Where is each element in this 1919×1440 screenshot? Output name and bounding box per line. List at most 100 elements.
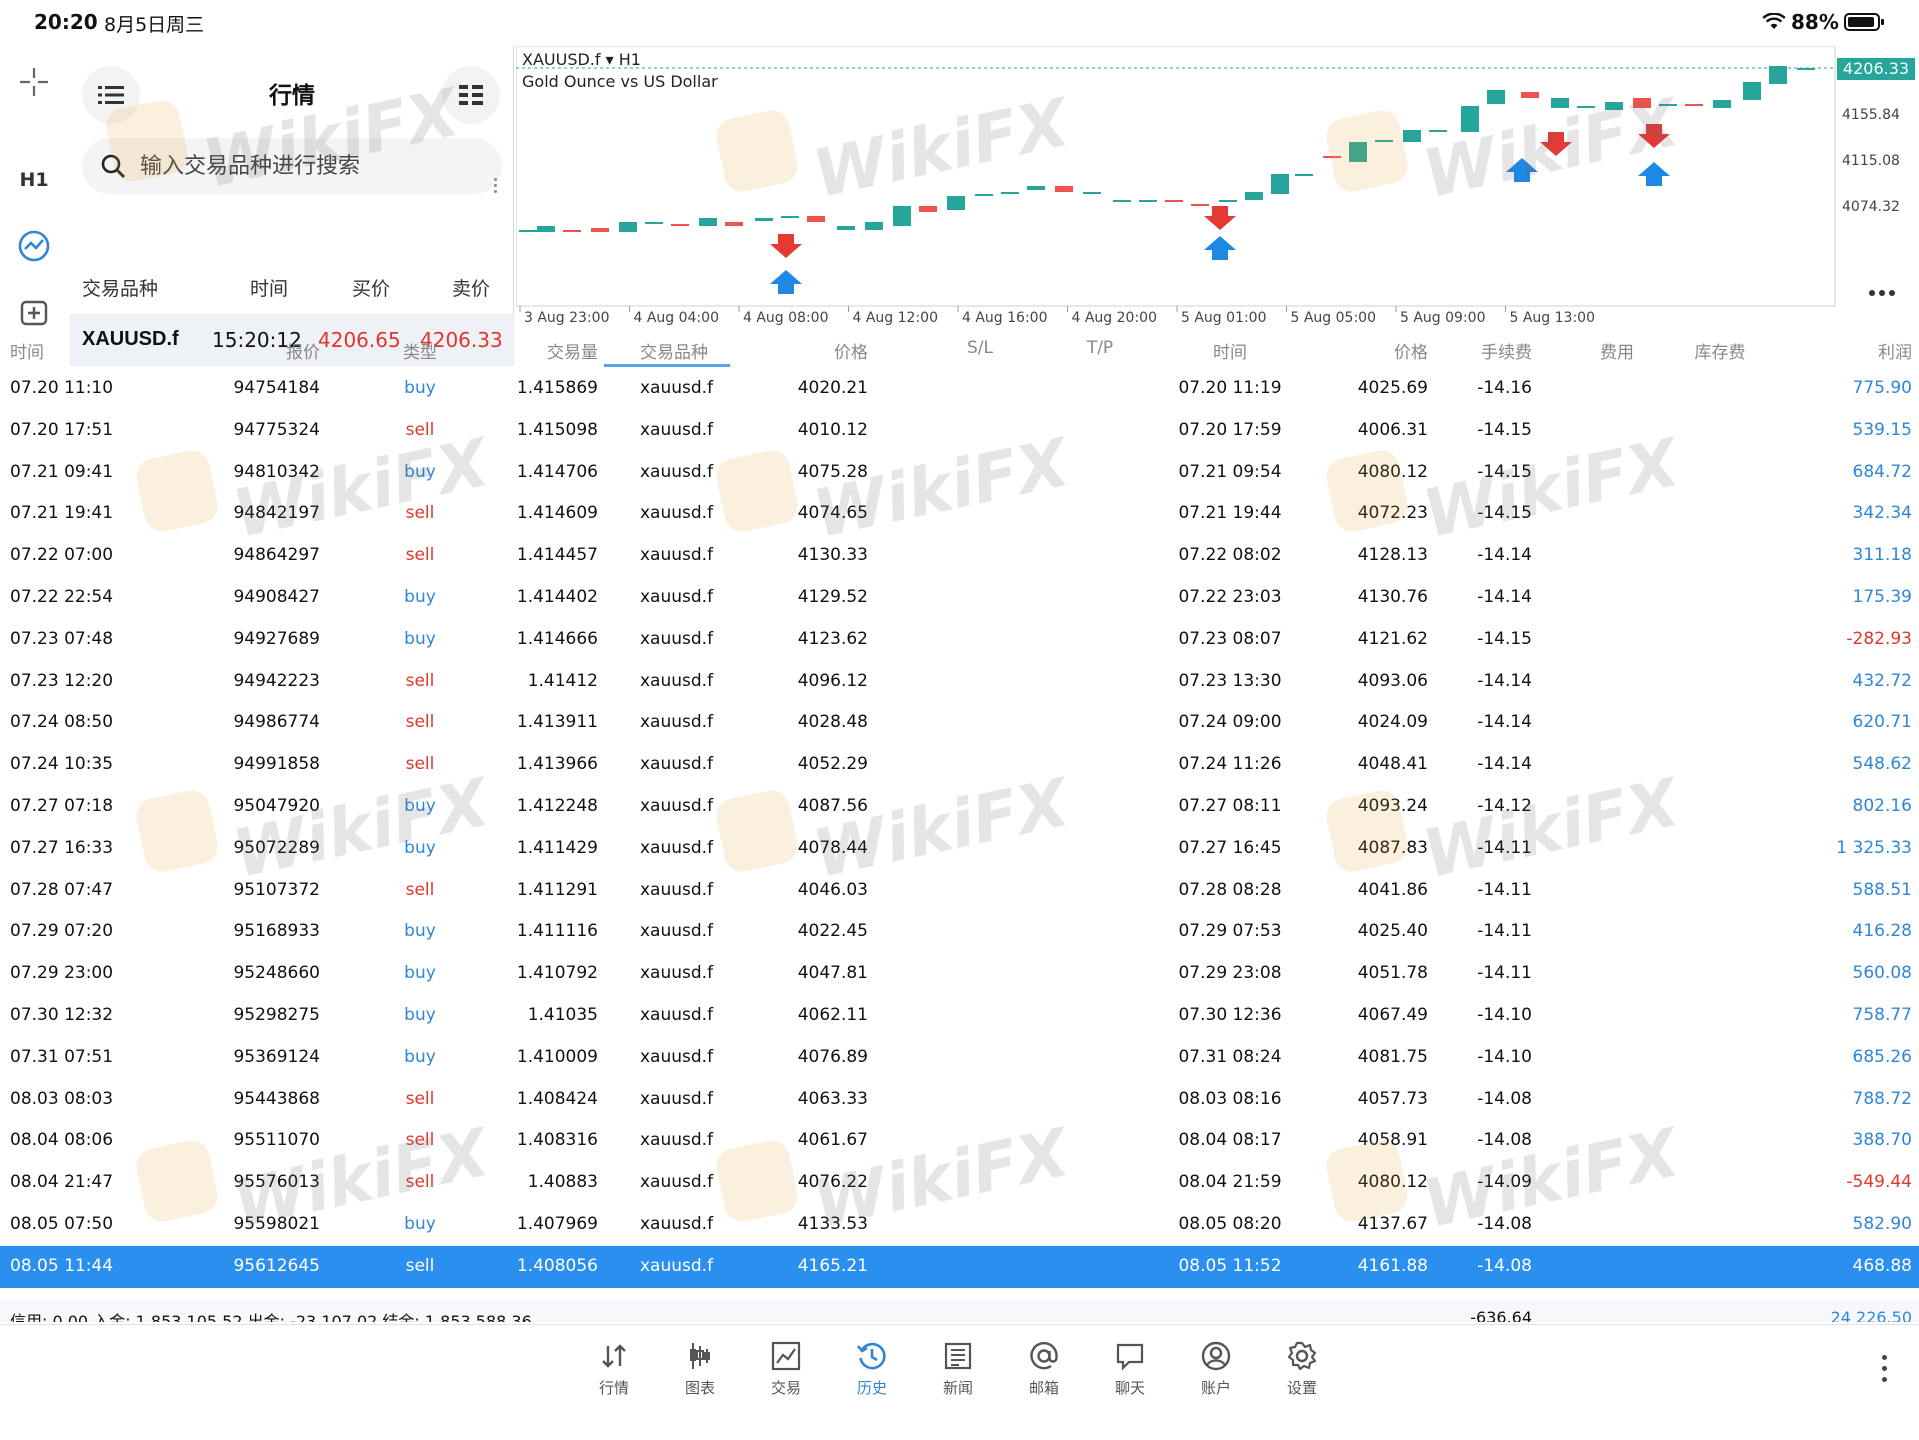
history-row[interactable]: 07.20 11:10 94754184 buy 1.415869 xauusd.f 40… <box>0 368 1919 410</box>
row-close-time: 07.20 11:19 <box>1178 378 1282 398</box>
row-close-price: 4025.69 <box>1357 378 1428 398</box>
history-row[interactable]: 07.31 07:51 95369124 buy 1.410009 xauusd.f 40… <box>0 1037 1919 1079</box>
indicators-icon[interactable] <box>12 224 56 268</box>
history-row[interactable]: 07.21 09:41 94810342 buy 1.414706 xauusd.f 40… <box>0 452 1919 494</box>
candlestick-chart[interactable]: 4196.604155.844115.084074.32 3 Aug 23:00… <box>515 45 1919 328</box>
history-row[interactable]: 08.03 08:03 95443868 sell 1.408424 xauusd.f 4… <box>0 1079 1919 1121</box>
nav-trade[interactable]: 交易 <box>754 1339 818 1399</box>
header-symbol[interactable]: 交易品种 <box>640 338 740 363</box>
candle-body <box>781 216 799 218</box>
header-sl[interactable]: S/L <box>940 338 1020 358</box>
column-symbol[interactable]: 交易品种 <box>82 274 158 301</box>
candle-body <box>1245 192 1263 200</box>
row-commission: -14.14 <box>1477 586 1532 607</box>
add-object-icon[interactable] <box>12 290 56 334</box>
time-tick-label: 5 Aug 09:00 <box>1400 310 1486 326</box>
row-symbol: xauusd.f <box>640 921 714 942</box>
row-profit: 684.72 <box>1852 461 1912 482</box>
nav-chat[interactable]: 聊天 <box>1098 1339 1162 1399</box>
header-close-time[interactable]: 时间 <box>1170 338 1290 363</box>
column-bid[interactable]: 买价 <box>352 274 390 301</box>
battery-percent: 88% <box>1791 10 1839 34</box>
column-time[interactable]: 时间 <box>250 274 288 301</box>
row-symbol: xauusd.f <box>640 1213 714 1234</box>
candle-body <box>671 224 689 226</box>
list-menu-button[interactable] <box>82 66 140 124</box>
history-row[interactable]: 07.30 12:32 95298275 buy 1.41035 xauusd.f 406… <box>0 995 1919 1037</box>
history-row[interactable]: 08.04 08:06 95511070 sell 1.408316 xauusd.f 4… <box>0 1120 1919 1162</box>
nav-mail[interactable]: 邮箱 <box>1012 1339 1076 1399</box>
history-row[interactable]: 08.05 11:44 95612645 sell 1.408056 xauusd.f 4… <box>0 1245 1919 1288</box>
row-type: sell <box>405 503 435 524</box>
row-type: sell <box>405 670 435 691</box>
nav-account[interactable]: 账户 <box>1184 1339 1248 1399</box>
history-row[interactable]: 07.27 16:33 95072289 buy 1.411429 xauusd.f 40… <box>0 828 1919 870</box>
header-fee[interactable]: 费用 <box>1570 338 1664 363</box>
history-row[interactable]: 08.04 21:47 95576013 sell 1.40883 xauusd.f 40… <box>0 1162 1919 1204</box>
row-symbol: xauusd.f <box>640 461 714 482</box>
symbol-search-input[interactable] <box>140 153 480 179</box>
chart-symbol-label[interactable]: XAUUSD.f ▾ H1 <box>522 50 641 69</box>
history-row[interactable]: 07.22 22:54 94908427 buy 1.414402 xauusd.f 41… <box>0 577 1919 619</box>
header-swap[interactable]: 库存费 <box>1670 338 1770 363</box>
candle-body <box>865 222 883 230</box>
nav-label: 邮箱 <box>1028 1379 1059 1397</box>
row-symbol: xauusd.f <box>640 1046 714 1067</box>
row-close-price: 4128.13 <box>1357 545 1428 566</box>
nav-history[interactable]: 历史 <box>840 1339 904 1399</box>
history-row[interactable]: 07.28 07:47 95107372 sell 1.411291 xauusd.f 4… <box>0 870 1919 912</box>
candle-body <box>519 230 537 232</box>
history-row[interactable]: 07.24 08:50 94986774 sell 1.413911 xauusd.f 4… <box>0 702 1919 744</box>
crosshair-icon[interactable] <box>12 60 56 104</box>
column-ask[interactable]: 卖价 <box>452 274 490 301</box>
timeframe-button[interactable]: H1 <box>12 158 56 202</box>
history-row[interactable]: 07.29 23:00 95248660 buy 1.410792 xauusd.f 40… <box>0 953 1919 995</box>
header-volume[interactable]: 交易量 <box>500 338 598 363</box>
history-row[interactable]: 08.05 07:50 95598021 buy 1.407969 xauusd.f 41… <box>0 1204 1919 1246</box>
candle-body <box>1769 66 1787 84</box>
symbol-search-box[interactable] <box>82 138 502 194</box>
candle-body <box>1001 192 1019 194</box>
detail-view-button[interactable] <box>442 66 500 124</box>
more-options-icon[interactable] <box>1882 1355 1890 1389</box>
history-row[interactable]: 07.29 07:20 95168933 buy 1.411116 xauusd.f 40… <box>0 911 1919 953</box>
header-type[interactable]: 类型 <box>380 338 460 363</box>
row-open-time: 07.23 12:20 <box>10 670 114 691</box>
history-row[interactable]: 07.20 17:51 94775324 sell 1.415098 xauusd.f 4… <box>0 410 1919 452</box>
history-row[interactable]: 07.23 07:48 94927689 buy 1.414666 xauusd.f 41… <box>0 619 1919 661</box>
mail-at-icon <box>1030 1341 1058 1370</box>
candle-body <box>837 226 855 230</box>
header-commission[interactable]: 手续费 <box>1440 338 1532 363</box>
row-open-price: 4087.56 <box>797 795 868 816</box>
header-ticket[interactable]: 报价 <box>220 338 320 363</box>
row-close-price: 4006.31 <box>1357 419 1428 440</box>
row-open-price: 4133.53 <box>797 1213 868 1234</box>
row-type: sell <box>405 879 435 900</box>
header-profit[interactable]: 利润 <box>1780 338 1912 363</box>
history-row[interactable]: 07.23 12:20 94942223 sell 1.41412 xauusd.f 40… <box>0 661 1919 703</box>
header-tp[interactable]: T/P <box>1060 338 1140 358</box>
chat-icon <box>1116 1343 1144 1371</box>
row-close-price: 4067.49 <box>1357 1004 1428 1025</box>
history-row[interactable]: 07.21 19:41 94842197 sell 1.414609 xauusd.f 4… <box>0 493 1919 535</box>
row-open-time: 08.05 11:44 <box>10 1255 114 1276</box>
nav-quotes[interactable]: 行情 <box>582 1339 646 1399</box>
nav-chart[interactable]: 图表 <box>668 1339 732 1399</box>
header-open-price[interactable]: 价格 <box>780 338 868 363</box>
header-close-price[interactable]: 价格 <box>1340 338 1428 363</box>
history-row[interactable]: 07.27 07:18 95047920 buy 1.412248 xauusd.f 40… <box>0 786 1919 828</box>
nav-settings[interactable]: 设置 <box>1270 1339 1334 1399</box>
history-row[interactable]: 07.22 07:00 94864297 sell 1.414457 xauusd.f 4… <box>0 535 1919 577</box>
panel-resize-handle[interactable] <box>494 178 498 202</box>
nav-news[interactable]: 新闻 <box>926 1339 990 1399</box>
row-open-time: 07.22 07:00 <box>10 545 114 566</box>
chart-more-icon[interactable] <box>1868 282 1896 296</box>
history-row[interactable]: 07.24 10:35 94991858 sell 1.413966 xauusd.f 4… <box>0 744 1919 786</box>
row-open-time: 07.30 12:32 <box>10 1004 114 1025</box>
row-profit: 685.26 <box>1852 1046 1912 1067</box>
row-profit: 560.08 <box>1852 963 1912 984</box>
price-chart[interactable]: 4196.604155.844115.084074.32 3 Aug 23:00… <box>515 45 1919 328</box>
header-time[interactable]: 时间 <box>10 338 140 363</box>
chart-icon <box>690 1343 710 1369</box>
row-close-time: 07.27 08:11 <box>1178 795 1282 816</box>
